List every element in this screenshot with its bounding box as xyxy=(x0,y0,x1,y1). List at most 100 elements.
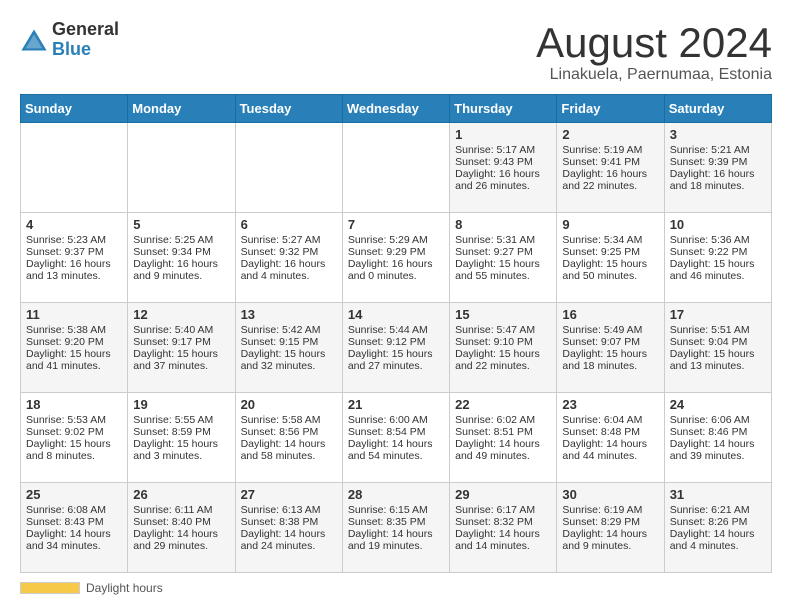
day-info: Daylight: 14 hours and 49 minutes. xyxy=(455,438,551,462)
header-cell-saturday: Saturday xyxy=(664,95,771,123)
day-info: Sunrise: 6:04 AM xyxy=(562,414,658,426)
day-info: Sunset: 8:48 PM xyxy=(562,426,658,438)
day-info: Sunrise: 5:47 AM xyxy=(455,324,551,336)
day-info: Sunrise: 6:21 AM xyxy=(670,504,766,516)
day-info: Sunset: 9:02 PM xyxy=(26,426,122,438)
day-number: 21 xyxy=(348,397,444,412)
week-row-2: 11 Sunrise: 5:38 AMSunset: 9:20 PM Dayligh… xyxy=(21,303,772,393)
calendar-cell: 18Sunrise: 5:53 AMSunset: 9:02 PMDayligh… xyxy=(21,393,128,483)
day-info: Sunset: 9:34 PM xyxy=(133,246,229,258)
day-number: 12 xyxy=(133,307,229,322)
day-info: Daylight: 14 hours and 54 minutes. xyxy=(348,438,444,462)
header-cell-wednesday: Wednesday xyxy=(342,95,449,123)
header-cell-tuesday: Tuesday xyxy=(235,95,342,123)
day-info: Daylight: 15 hours and 50 minutes. xyxy=(562,258,658,282)
day-info: Daylight: 15 hours and 37 minutes. xyxy=(133,348,229,372)
day-info: Sunset: 9:17 PM xyxy=(133,336,229,348)
day-info: Daylight: 14 hours and 24 minutes. xyxy=(241,528,337,552)
daylight-bar-icon xyxy=(20,582,80,594)
logo-general-text: General xyxy=(52,20,119,40)
calendar-cell: 16Sunrise: 5:49 AMSunset: 9:07 PMDayligh… xyxy=(557,303,664,393)
day-info: Sunset: 9:41 PM xyxy=(562,156,658,168)
day-info: Sunrise: 5:17 AM xyxy=(455,144,551,156)
calendar-cell: 21Sunrise: 6:00 AMSunset: 8:54 PMDayligh… xyxy=(342,393,449,483)
calendar-cell: 22Sunrise: 6:02 AMSunset: 8:51 PMDayligh… xyxy=(450,393,557,483)
day-number: 23 xyxy=(562,397,658,412)
calendar-header: SundayMondayTuesdayWednesdayThursdayFrid… xyxy=(21,95,772,123)
calendar-cell: 14Sunrise: 5:44 AMSunset: 9:12 PMDayligh… xyxy=(342,303,449,393)
day-info: Sunset: 9:20 PM xyxy=(26,336,122,348)
logo-text: General Blue xyxy=(52,20,119,60)
day-info: Sunrise: 5:34 AM xyxy=(562,234,658,246)
day-info: Sunset: 8:40 PM xyxy=(133,516,229,528)
day-info: Sunset: 8:59 PM xyxy=(133,426,229,438)
daylight-label: Daylight hours xyxy=(86,581,163,595)
day-info: Daylight: 16 hours and 18 minutes. xyxy=(670,168,766,192)
calendar-cell: 25Sunrise: 6:08 AMSunset: 8:43 PMDayligh… xyxy=(21,483,128,573)
day-number: 20 xyxy=(241,397,337,412)
day-info: Sunset: 9:04 PM xyxy=(670,336,766,348)
day-info: Sunrise: 6:08 AM xyxy=(26,504,122,516)
calendar-cell: 1Sunrise: 5:17 AMSunset: 9:43 PMDaylight… xyxy=(450,123,557,213)
day-info: Sunrise: 5:21 AM xyxy=(670,144,766,156)
calendar-cell xyxy=(235,123,342,213)
calendar-cell: 30Sunrise: 6:19 AMSunset: 8:29 PMDayligh… xyxy=(557,483,664,573)
day-info: Daylight: 15 hours and 13 minutes. xyxy=(670,348,766,372)
day-number: 2 xyxy=(562,127,658,142)
day-info: Sunset: 9:39 PM xyxy=(670,156,766,168)
day-number: 10 xyxy=(670,217,766,232)
day-info: Sunset: 8:54 PM xyxy=(348,426,444,438)
day-number: 28 xyxy=(348,487,444,502)
header-cell-monday: Monday xyxy=(128,95,235,123)
day-number: 11 xyxy=(26,307,122,322)
day-info: Daylight: 15 hours and 46 minutes. xyxy=(670,258,766,282)
day-info: Daylight: 15 hours and 32 minutes. xyxy=(241,348,337,372)
day-info: Sunset: 8:35 PM xyxy=(348,516,444,528)
day-info: Daylight: 15 hours and 3 minutes. xyxy=(133,438,229,462)
header-cell-thursday: Thursday xyxy=(450,95,557,123)
day-info: Daylight: 14 hours and 44 minutes. xyxy=(562,438,658,462)
calendar-cell: 26Sunrise: 6:11 AMSunset: 8:40 PMDayligh… xyxy=(128,483,235,573)
day-info: Daylight: 15 hours and 55 minutes. xyxy=(455,258,551,282)
day-info: Daylight: 14 hours and 4 minutes. xyxy=(670,528,766,552)
day-info: Sunrise: 5:58 AM xyxy=(241,414,337,426)
day-info: Daylight: 15 hours and 18 minutes. xyxy=(562,348,658,372)
calendar-cell: 27Sunrise: 6:13 AMSunset: 8:38 PMDayligh… xyxy=(235,483,342,573)
calendar-cell: 15Sunrise: 5:47 AMSunset: 9:10 PMDayligh… xyxy=(450,303,557,393)
calendar-body: 1Sunrise: 5:17 AMSunset: 9:43 PMDaylight… xyxy=(21,123,772,573)
day-info: Sunset: 9:25 PM xyxy=(562,246,658,258)
day-info: Sunrise: 6:17 AM xyxy=(455,504,551,516)
day-info: Sunrise: 6:15 AM xyxy=(348,504,444,516)
calendar-cell: 17Sunrise: 5:51 AMSunset: 9:04 PMDayligh… xyxy=(664,303,771,393)
title-block: August 2024 Linakuela, Paernumaa, Estoni… xyxy=(536,20,772,84)
calendar-cell: 6Sunrise: 5:27 AMSunset: 9:32 PMDaylight… xyxy=(235,213,342,303)
day-info: Sunrise: 5:44 AM xyxy=(348,324,444,336)
day-info: Sunrise: 5:25 AM xyxy=(133,234,229,246)
calendar-cell: 3Sunrise: 5:21 AMSunset: 9:39 PMDaylight… xyxy=(664,123,771,213)
day-info: Sunset: 8:43 PM xyxy=(26,516,122,528)
logo: General Blue xyxy=(20,20,119,60)
day-info: Sunrise: 5:38 AM xyxy=(26,324,122,336)
day-info: Sunrise: 5:31 AM xyxy=(455,234,551,246)
calendar-cell: 11Sunrise: 5:38 AMSunset: 9:20 PMDayligh… xyxy=(21,303,128,393)
page-header: General Blue August 2024 Linakuela, Paer… xyxy=(20,20,772,84)
week-row-0: 1Sunrise: 5:17 AMSunset: 9:43 PMDaylight… xyxy=(21,123,772,213)
calendar-cell: 9Sunrise: 5:34 AMSunset: 9:25 PMDaylight… xyxy=(557,213,664,303)
calendar-cell: 29Sunrise: 6:17 AMSunset: 8:32 PMDayligh… xyxy=(450,483,557,573)
day-number: 13 xyxy=(241,307,337,322)
day-number: 29 xyxy=(455,487,551,502)
calendar-table: SundayMondayTuesdayWednesdayThursdayFrid… xyxy=(20,94,772,573)
calendar-cell: 10Sunrise: 5:36 AMSunset: 9:22 PMDayligh… xyxy=(664,213,771,303)
day-info: Daylight: 16 hours and 22 minutes. xyxy=(562,168,658,192)
day-info: Sunset: 9:12 PM xyxy=(348,336,444,348)
day-info: Sunrise: 5:53 AM xyxy=(26,414,122,426)
day-info: Sunset: 8:56 PM xyxy=(241,426,337,438)
day-number: 7 xyxy=(348,217,444,232)
day-info: Sunset: 8:29 PM xyxy=(562,516,658,528)
day-info: Sunrise: 5:51 AM xyxy=(670,324,766,336)
calendar-title: August 2024 xyxy=(536,20,772,66)
day-info: Sunrise: 6:11 AM xyxy=(133,504,229,516)
day-info: Sunset: 8:32 PM xyxy=(455,516,551,528)
day-number: 4 xyxy=(26,217,122,232)
calendar-cell xyxy=(342,123,449,213)
